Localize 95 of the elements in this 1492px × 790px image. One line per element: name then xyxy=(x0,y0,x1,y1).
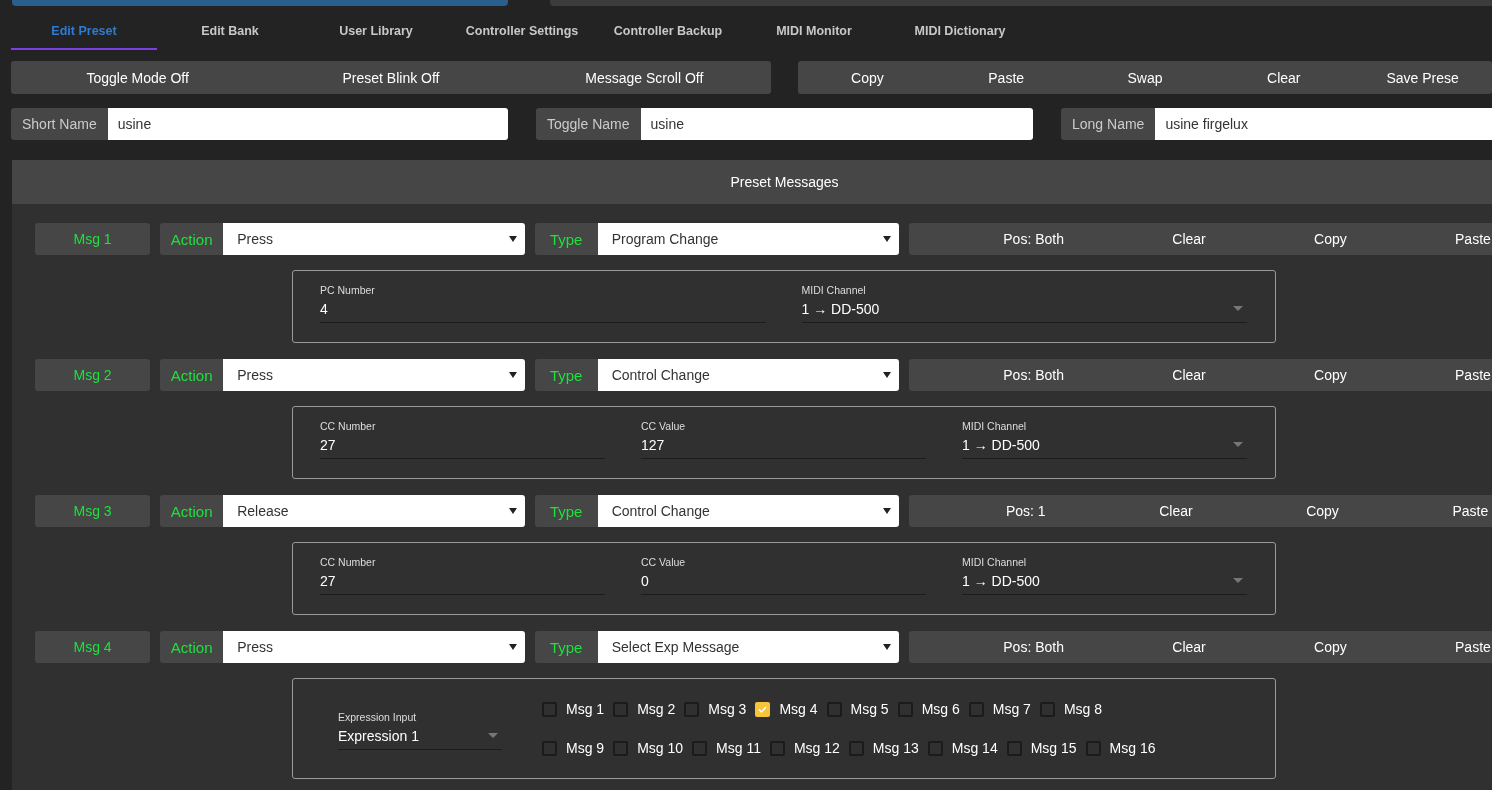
checkbox-label: Msg 15 xyxy=(1030,740,1077,756)
message-button[interactable]: Clear xyxy=(1166,223,1212,255)
checkbox-label: Msg 11 xyxy=(716,740,761,756)
select-field[interactable]: Control Change xyxy=(597,495,900,527)
caret-icon xyxy=(1233,578,1243,583)
tab[interactable]: Controller Settings xyxy=(449,14,595,50)
caret-icon xyxy=(508,372,517,378)
tab[interactable]: MIDI Monitor xyxy=(741,14,887,50)
message-button[interactable]: Copy xyxy=(1308,223,1353,255)
message-button[interactable]: Copy xyxy=(1300,495,1345,527)
input-field[interactable]: usine firgelux xyxy=(1155,108,1492,140)
input-field[interactable]: usine xyxy=(107,108,508,140)
checkbox-label: Msg 3 xyxy=(708,701,747,717)
toolbar-button[interactable]: Copy xyxy=(798,61,937,94)
message-button[interactable]: Pos: Both xyxy=(997,631,1070,663)
caret-icon xyxy=(1233,442,1243,447)
select-field[interactable]: Program Change xyxy=(597,223,900,255)
tab[interactable]: Edit Preset xyxy=(11,14,157,50)
select-field[interactable]: Press xyxy=(223,359,525,391)
select-field[interactable]: MIDI Channel 1 → DD-500 xyxy=(962,556,1247,595)
caret-icon xyxy=(883,236,892,242)
caret-icon xyxy=(508,508,517,514)
field-label: Short Name xyxy=(11,108,108,140)
tab[interactable]: Controller Backup xyxy=(595,14,741,50)
checkbox-label: Msg 9 xyxy=(566,740,605,756)
caret-icon xyxy=(883,372,892,378)
field-label: Toggle Name xyxy=(536,108,641,140)
message-button[interactable]: Paste xyxy=(1449,631,1492,663)
toolbar-button[interactable]: Clear xyxy=(1214,61,1354,94)
input-field[interactable]: usine xyxy=(640,108,1033,140)
message-label: Msg 1 xyxy=(35,223,151,255)
tab[interactable]: User Library xyxy=(303,14,449,50)
select-field[interactable]: MIDI Channel 1 → DD-500 xyxy=(962,420,1247,459)
caret-icon xyxy=(508,236,517,242)
message-button[interactable]: Paste xyxy=(1449,359,1492,391)
checkbox-label: Msg 12 xyxy=(793,740,840,756)
message-button[interactable]: Pos: Both xyxy=(997,223,1070,255)
toolbar-button[interactable]: Toggle Mode Off xyxy=(11,61,265,94)
input-field[interactable]: CC Value 127 xyxy=(641,420,926,459)
field-label: Action xyxy=(160,631,224,663)
select-field[interactable]: Select Exp Message xyxy=(597,631,900,663)
tab[interactable]: MIDI Dictionary xyxy=(887,14,1033,50)
checkbox-label: Msg 13 xyxy=(872,740,919,756)
tab[interactable]: Edit Bank xyxy=(157,14,303,50)
toolbar-button[interactable]: Message Scroll Off xyxy=(517,61,771,94)
checkbox-label: Msg 6 xyxy=(921,701,960,717)
caret-icon xyxy=(883,644,892,650)
input-field[interactable]: PC Number 4 xyxy=(320,284,766,323)
checkbox-label: Msg 2 xyxy=(637,701,676,717)
caret-icon xyxy=(508,644,517,650)
select-field[interactable]: Control Change xyxy=(597,359,900,391)
message-button[interactable]: Pos: 1 xyxy=(999,495,1052,527)
message-button[interactable]: Clear xyxy=(1153,495,1199,527)
message-button[interactable]: Copy xyxy=(1308,631,1353,663)
message-label: Msg 3 xyxy=(35,495,151,527)
message-button[interactable]: Paste xyxy=(1446,495,1492,527)
field-label: Type xyxy=(534,223,598,255)
checkbox-label: Msg 7 xyxy=(992,701,1031,717)
field-label: Type xyxy=(534,359,598,391)
checkbox-label: Msg 8 xyxy=(1063,701,1102,717)
panel-title: Preset Messages xyxy=(730,174,839,190)
caret-icon xyxy=(488,733,498,738)
field-label: Action xyxy=(160,223,224,255)
select-field[interactable]: Press xyxy=(223,223,525,255)
field-label: Long Name xyxy=(1061,108,1156,140)
toolbar-button[interactable]: Paste xyxy=(936,61,1076,94)
message-button[interactable]: Clear xyxy=(1166,631,1212,663)
checkbox-label: Msg 1 xyxy=(566,701,605,717)
input-field[interactable]: CC Number 27 xyxy=(320,556,605,595)
checkbox-label: Msg 10 xyxy=(637,740,684,756)
toolbar-button[interactable]: Preset Blink Off xyxy=(264,61,518,94)
message-button[interactable]: Pos: Both xyxy=(997,359,1070,391)
field-label: Type xyxy=(534,495,598,527)
checkbox-label: Msg 4 xyxy=(779,701,818,717)
message-button[interactable]: Clear xyxy=(1166,359,1212,391)
select-field[interactable]: Press xyxy=(223,631,525,663)
input-field[interactable]: CC Number 27 xyxy=(320,420,605,459)
field-label: Type xyxy=(534,631,598,663)
toolbar-button[interactable]: Swap xyxy=(1075,61,1215,94)
message-label: Msg 2 xyxy=(35,359,151,391)
select-field[interactable]: Release xyxy=(223,495,525,527)
field-label: Action xyxy=(160,495,224,527)
field-label: Action xyxy=(160,359,224,391)
checkbox-label: Msg 16 xyxy=(1109,740,1156,756)
message-button[interactable]: Paste xyxy=(1449,223,1492,255)
caret-icon xyxy=(883,508,892,514)
message-button[interactable]: Copy xyxy=(1308,359,1353,391)
select-field[interactable]: Expression Input Expression 1 xyxy=(338,711,502,750)
toolbar-button[interactable]: Save Prese xyxy=(1353,61,1492,94)
select-field[interactable]: MIDI Channel 1 → DD-500 xyxy=(801,284,1247,323)
message-label: Msg 4 xyxy=(35,631,151,663)
checkbox-label: Msg 5 xyxy=(850,701,889,717)
caret-icon xyxy=(1233,306,1243,311)
checkbox-label: Msg 14 xyxy=(951,740,998,756)
input-field[interactable]: CC Value 0 xyxy=(641,556,926,595)
